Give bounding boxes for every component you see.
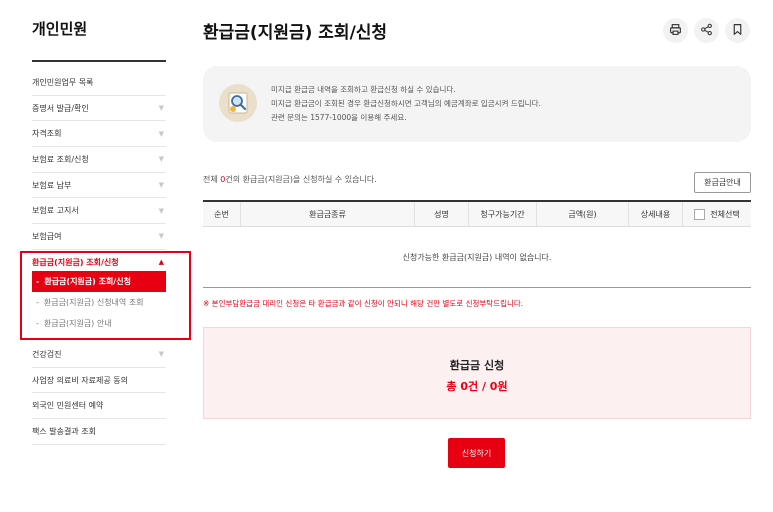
sidebar-menu-top: 개인민원업무 목록 증명서 발급/확인 ▼ 자격조회 ▼ 보험료 조회/신청 ▼… bbox=[32, 70, 166, 250]
sidebar-item-fax-result[interactable]: 팩스 발송결과 조회 bbox=[32, 419, 166, 445]
sidebar: 개인민원 개인민원업무 목록 증명서 발급/확인 ▼ 자격조회 ▼ 보험료 조회… bbox=[0, 0, 191, 512]
dash-icon: - bbox=[36, 277, 40, 286]
column-header: 청구가능기간 bbox=[469, 202, 537, 226]
sidebar-item-medical-data-consent[interactable]: 사업장 의료비 자료제공 동의 bbox=[32, 368, 166, 394]
proxy-warning-text: ※ 본인부담환급금 대리인 신청은 타 환급금과 같이 신청이 안되니 해당 건… bbox=[203, 299, 524, 308]
sidebar-item-refund[interactable]: 환급금(지원금) 조회/신청 ▲ bbox=[32, 253, 166, 271]
sidebar-item-label: 증명서 발급/확인 bbox=[32, 103, 89, 113]
sidebar-subitem-refund-guide[interactable]: - 환급금(지원금) 안내 bbox=[32, 313, 166, 334]
sidebar-item-civil-list[interactable]: 개인민원업무 목록 bbox=[32, 70, 166, 96]
apply-button[interactable]: 신청하기 bbox=[448, 438, 505, 468]
sidebar-item-premium-inquiry[interactable]: 보험료 조회/신청 ▼ bbox=[32, 147, 166, 173]
sidebar-item-label: 건강검진 bbox=[32, 349, 62, 359]
sidebar-item-premium-payment[interactable]: 보험료 납부 ▼ bbox=[32, 173, 166, 199]
print-button[interactable] bbox=[663, 18, 688, 43]
summary-total: 총 0건 / 0원 bbox=[446, 380, 508, 393]
sidebar-subitem-refund-history[interactable]: - 환급금(지원금) 신청내역 조회 bbox=[32, 292, 166, 313]
select-all-header[interactable]: 전체선택 bbox=[683, 202, 751, 226]
refund-summary-box: 환급금 신청 총 0건 / 0원 bbox=[203, 327, 751, 419]
search-money-icon bbox=[219, 84, 257, 122]
page-tools bbox=[663, 18, 750, 43]
sidebar-subitem-refund-inquiry[interactable]: - 환급금(지원금) 조회/신청 bbox=[32, 271, 166, 292]
page-title: 환급금(지원금) 조회/신청 bbox=[203, 23, 388, 43]
table-header: 순번 환급금종류 성명 청구가능기간 금액(원) 상세내용 전체선택 bbox=[203, 202, 751, 227]
sidebar-subitem-label: 환급금(지원금) 안내 bbox=[43, 319, 112, 328]
sidebar-item-label: 사업장 의료비 자료제공 동의 bbox=[32, 375, 128, 385]
sidebar-item-label: 보험료 납부 bbox=[32, 180, 72, 190]
notice-line: 미지급 환급금이 조회된 경우 환급신청하시면 고객님의 예금계좌로 입금시켜 … bbox=[271, 99, 541, 108]
chevron-down-icon: ▼ bbox=[158, 104, 164, 113]
sidebar-item-label: 팩스 발송결과 조회 bbox=[32, 426, 96, 436]
empty-message: 신청가능한 환급금(지원금) 내역이 없습니다. bbox=[203, 227, 751, 288]
column-header: 금액(원) bbox=[537, 202, 629, 226]
column-header: 환급금종류 bbox=[241, 202, 415, 226]
bookmark-icon bbox=[731, 23, 744, 38]
sidebar-item-benefits[interactable]: 보험급여 ▼ bbox=[32, 224, 166, 250]
sidebar-item-label: 보험료 고지서 bbox=[32, 206, 79, 216]
sidebar-item-label: 자격조회 bbox=[32, 129, 62, 139]
refund-guide-button[interactable]: 환급금안내 bbox=[694, 172, 751, 193]
sidebar-title: 개인민원 bbox=[32, 20, 88, 38]
notice-line: 미지급 환급금 내역을 조회하고 환급신청 하실 수 있습니다. bbox=[271, 85, 456, 94]
sidebar-item-label: 보험료 조회/신청 bbox=[32, 154, 89, 164]
notice-line: 관련 문의는 1577-1000을 이용해 주세요. bbox=[271, 113, 407, 122]
sidebar-divider bbox=[32, 60, 166, 62]
print-icon bbox=[669, 23, 682, 38]
sidebar-active-group: 환급금(지원금) 조회/신청 ▲ - 환급금(지원금) 조회/신청 - 환급금(… bbox=[32, 253, 166, 334]
sidebar-item-label: 환급금(지원금) 조회/신청 bbox=[32, 257, 119, 267]
sidebar-menu-bottom: 건강검진 ▼ 사업장 의료비 자료제공 동의 외국인 민원센터 예약 팩스 발송… bbox=[32, 342, 166, 445]
dash-icon: - bbox=[36, 298, 39, 307]
column-header: 상세내용 bbox=[629, 202, 683, 226]
share-icon bbox=[700, 23, 713, 38]
chevron-up-icon: ▲ bbox=[158, 258, 164, 266]
sidebar-item-certificate[interactable]: 증명서 발급/확인 ▼ bbox=[32, 96, 166, 122]
column-header: 성명 bbox=[415, 202, 469, 226]
summary-title: 환급금 신청 bbox=[449, 359, 505, 372]
sidebar-item-qualification[interactable]: 자격조회 ▼ bbox=[32, 121, 166, 148]
chevron-down-icon: ▼ bbox=[158, 206, 164, 215]
chevron-down-icon: ▼ bbox=[158, 350, 164, 359]
chevron-down-icon: ▼ bbox=[158, 181, 164, 190]
refund-table: 순번 환급금종류 성명 청구가능기간 금액(원) 상세내용 전체선택 신청가능한… bbox=[203, 200, 751, 288]
sidebar-item-foreigner-center[interactable]: 외국인 민원센터 예약 bbox=[32, 393, 166, 420]
column-header: 순번 bbox=[203, 202, 241, 226]
select-all-checkbox[interactable] bbox=[694, 208, 706, 220]
share-button[interactable] bbox=[694, 18, 719, 43]
chevron-down-icon: ▼ bbox=[158, 232, 164, 241]
sidebar-item-health-checkup[interactable]: 건강검진 ▼ bbox=[32, 342, 166, 368]
chevron-down-icon: ▼ bbox=[158, 129, 164, 138]
notice-text: 미지급 환급금 내역을 조회하고 환급신청 하실 수 있습니다. 미지급 환급금… bbox=[271, 83, 541, 125]
sidebar-item-label: 개인민원업무 목록 bbox=[32, 77, 94, 87]
bookmark-button[interactable] bbox=[725, 18, 750, 43]
select-all-label: 전체선택 bbox=[710, 209, 740, 219]
notice-box: 미지급 환급금 내역을 조회하고 환급신청 하실 수 있습니다. 미지급 환급금… bbox=[203, 66, 751, 142]
count-prefix: 전체 bbox=[203, 175, 221, 184]
sidebar-item-label: 보험급여 bbox=[32, 231, 62, 241]
sidebar-subitem-label: 환급금(지원금) 신청내역 조회 bbox=[43, 298, 144, 307]
chevron-down-icon: ▼ bbox=[158, 155, 164, 164]
refund-count-text: 전체 0건의 환급금(지원금)을 신청하실 수 있습니다. bbox=[203, 174, 377, 185]
sidebar-item-label: 외국인 민원센터 예약 bbox=[32, 401, 104, 411]
sidebar-item-premium-notice[interactable]: 보험료 고지서 ▼ bbox=[32, 198, 166, 225]
sidebar-subitem-label: 환급금(지원금) 조회/신청 bbox=[44, 277, 131, 286]
count-suffix: 건의 환급금(지원금)을 신청하실 수 있습니다. bbox=[225, 175, 377, 184]
dash-icon: - bbox=[36, 319, 39, 328]
